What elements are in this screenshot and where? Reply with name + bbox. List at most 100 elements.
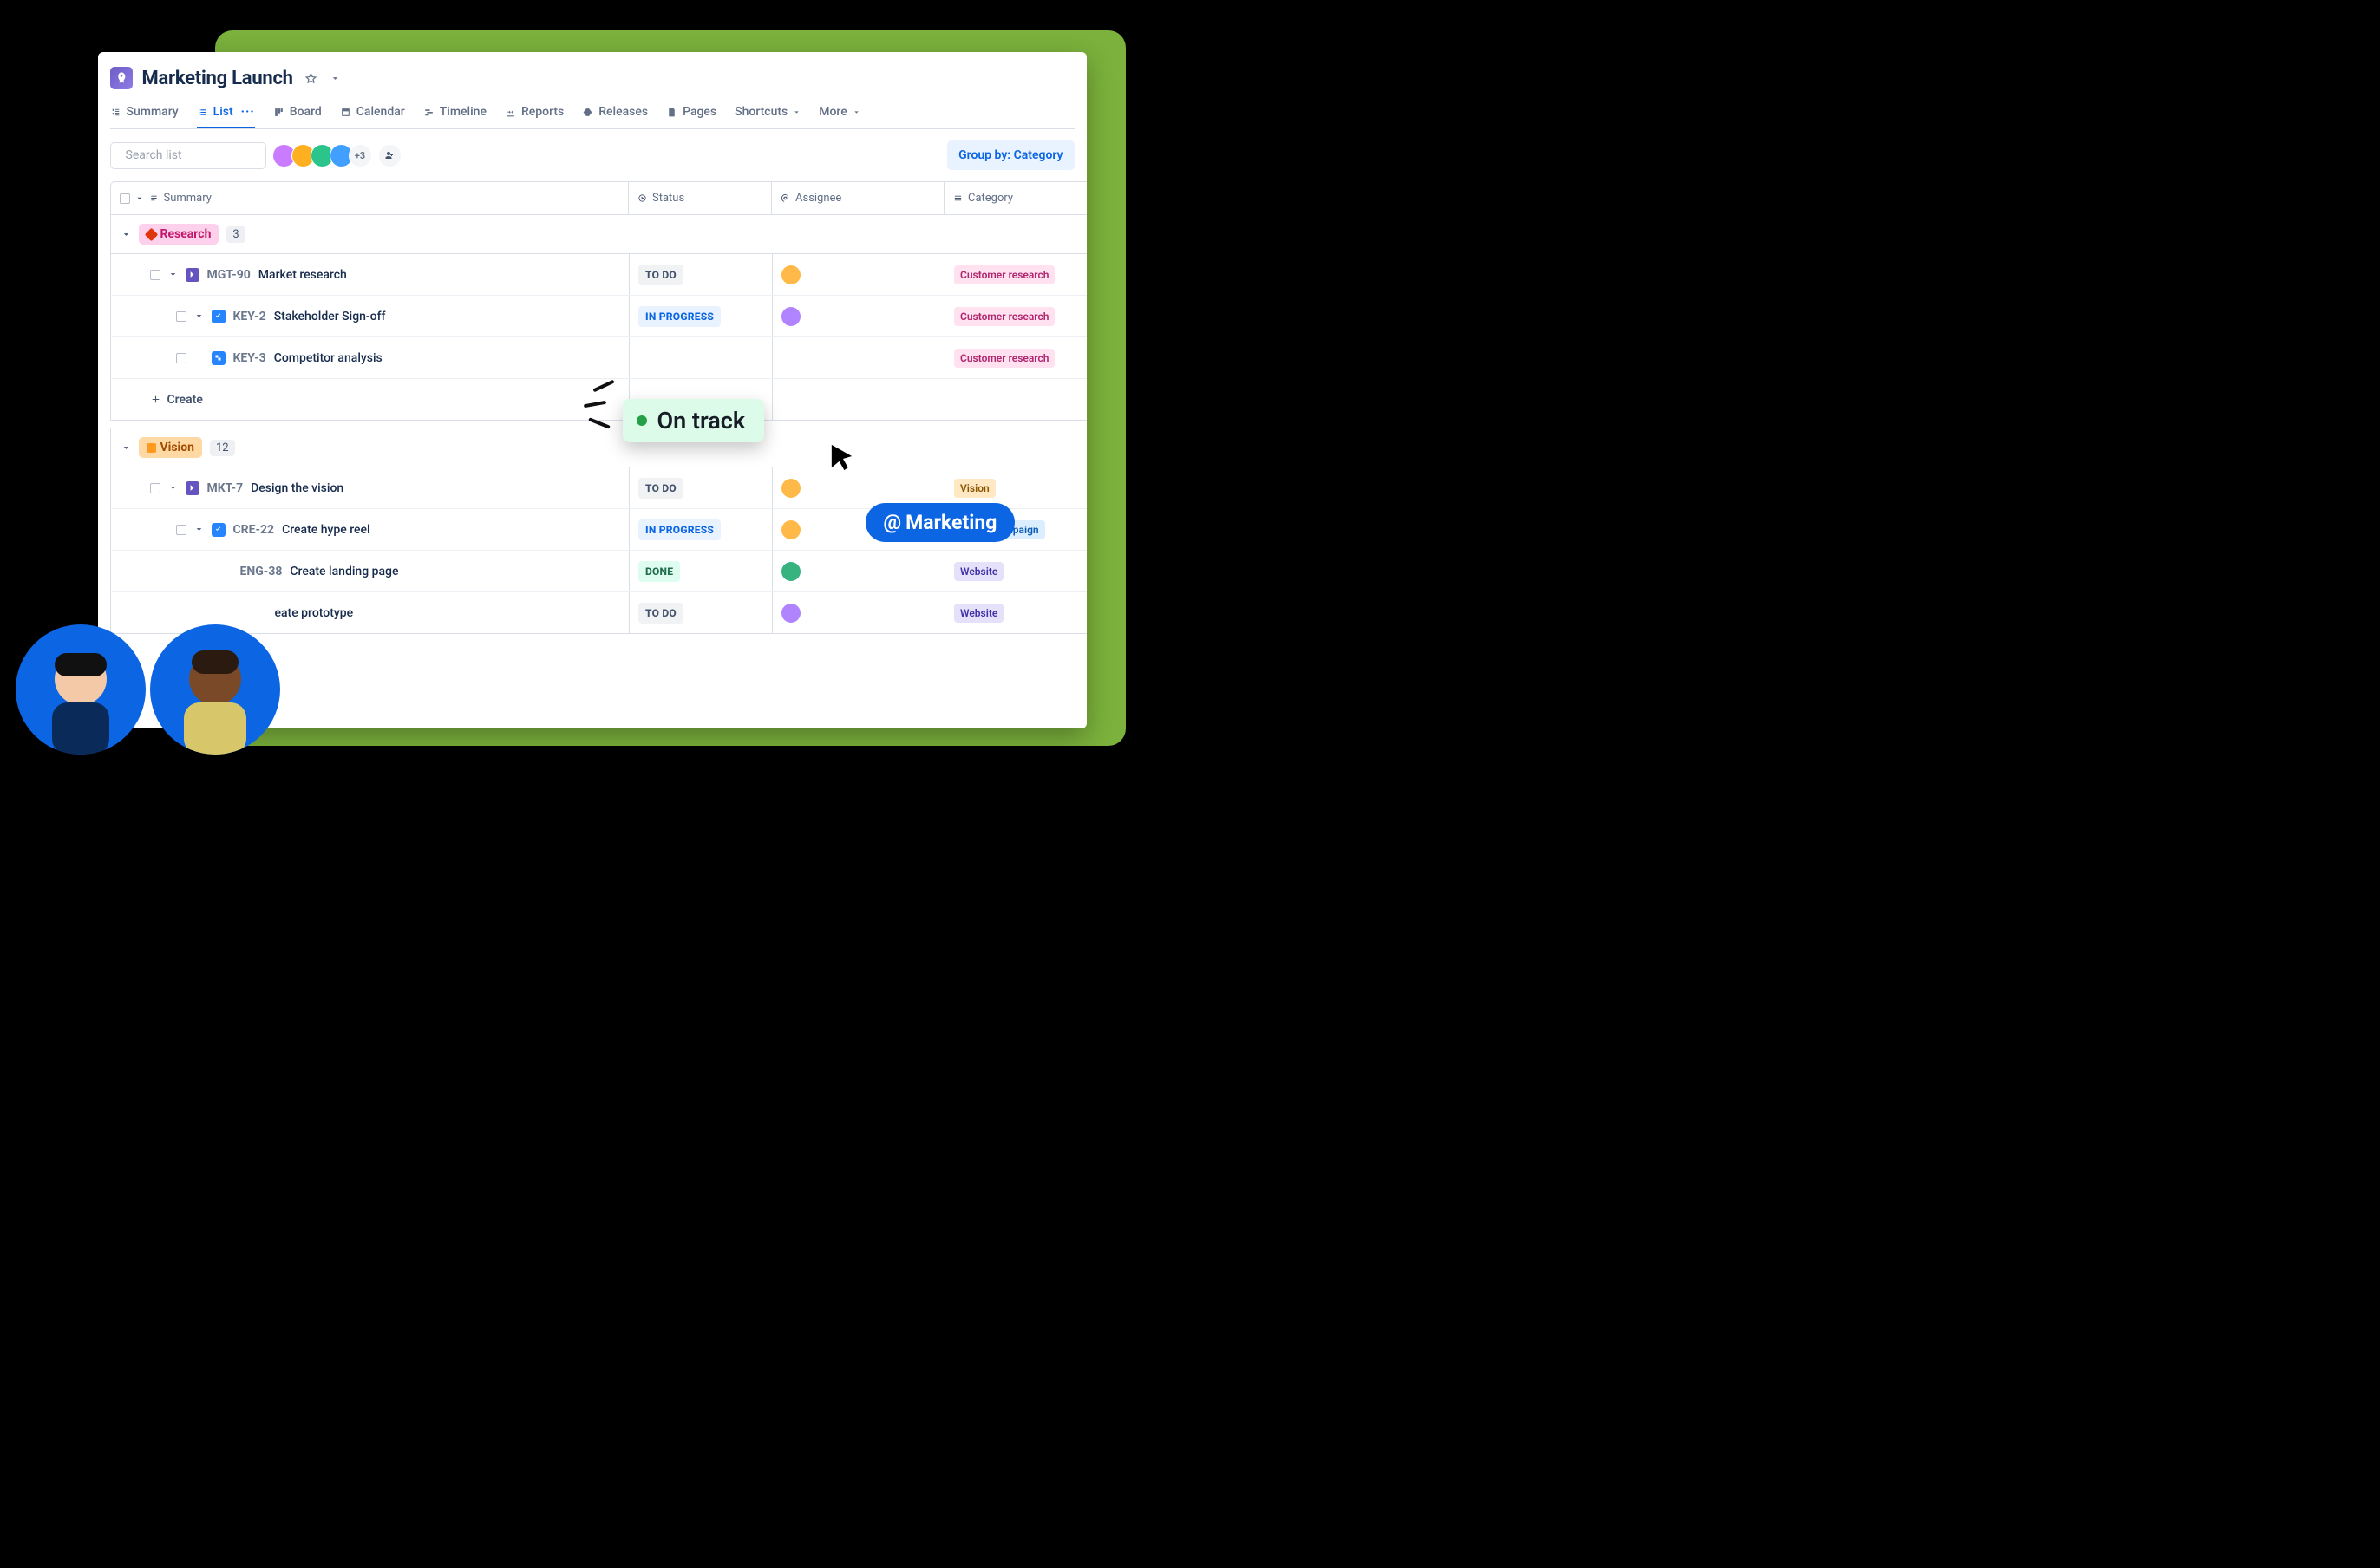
group-pill[interactable]: Research	[139, 224, 219, 245]
issue-key[interactable]: CRE-22	[233, 523, 275, 537]
assignee-avatar[interactable]	[781, 604, 801, 623]
create-label: Create	[167, 393, 203, 407]
status-dot-icon	[637, 415, 647, 426]
tab-board[interactable]: Board	[273, 99, 322, 128]
tab-releases[interactable]: Releases	[582, 99, 648, 128]
row-checkbox[interactable]	[176, 525, 186, 535]
issue-type-icon	[212, 310, 226, 323]
row-checkbox[interactable]	[176, 311, 186, 322]
row-checkbox[interactable]	[150, 270, 160, 280]
tab-calendar[interactable]: Calendar	[340, 99, 405, 128]
table-row[interactable]: KEY-3 Competitor analysis Customer resea…	[110, 337, 1087, 379]
category-chip[interactable]: Vision	[954, 479, 996, 498]
expand-toggle[interactable]	[168, 270, 178, 279]
on-track-label: On track	[657, 407, 746, 434]
issue-title[interactable]: Design the vision	[251, 481, 343, 495]
timeline-icon	[423, 107, 435, 118]
assignee-avatar[interactable]	[781, 265, 801, 284]
group-toggle[interactable]	[121, 443, 131, 453]
col-status[interactable]: Status	[652, 192, 684, 205]
issue-type-icon	[186, 481, 199, 495]
tab-timeline[interactable]: Timeline	[423, 99, 487, 128]
assignee-avatar[interactable]	[781, 479, 801, 498]
text-icon	[149, 193, 159, 203]
col-summary[interactable]: Summary	[164, 192, 212, 205]
tab-label: Calendar	[356, 105, 405, 119]
tag-icon	[144, 227, 158, 241]
group-by-button[interactable]: Group by: Category	[947, 140, 1074, 170]
expand-toggle[interactable]	[194, 525, 204, 534]
tab-summary[interactable]: Summary	[110, 99, 179, 128]
list-icon	[197, 107, 208, 118]
issue-key[interactable]: ENG-38	[240, 565, 283, 578]
issue-key[interactable]: MGT-90	[207, 268, 251, 282]
col-assignee[interactable]: Assignee	[795, 192, 841, 205]
project-menu-button[interactable]	[329, 72, 342, 85]
tab-reports[interactable]: Reports	[505, 99, 564, 128]
expand-toggle[interactable]	[194, 311, 204, 321]
chevron-down-icon[interactable]	[135, 194, 144, 203]
avatar-stack[interactable]: +3	[277, 144, 402, 167]
group-pill[interactable]: Vision	[139, 437, 203, 458]
issue-key[interactable]: MKT-7	[207, 481, 244, 495]
table-row[interactable]: ENG-38 Create landing page DONE Website	[110, 551, 1087, 592]
issue-type-icon	[212, 523, 226, 537]
status-badge[interactable]: TO DO	[638, 603, 683, 624]
tab-more[interactable]: More	[819, 99, 860, 128]
tab-pages[interactable]: Pages	[666, 99, 716, 128]
row-checkbox[interactable]	[176, 353, 186, 363]
status-badge[interactable]: TO DO	[638, 265, 683, 285]
favorite-button[interactable]	[303, 70, 319, 87]
group-count: 3	[226, 226, 245, 243]
expand-toggle[interactable]	[168, 483, 178, 493]
issue-key[interactable]: KEY-3	[233, 351, 266, 365]
col-category[interactable]: Category	[968, 192, 1013, 205]
status-badge[interactable]: IN PROGRESS	[638, 519, 721, 540]
issue-title[interactable]: Create hype reel	[282, 523, 370, 537]
chevron-down-icon	[793, 108, 801, 116]
table-header: Summary Status Assignee Category	[110, 181, 1087, 215]
tab-label: Timeline	[440, 105, 487, 119]
assignee-avatar[interactable]	[781, 562, 801, 581]
issue-key[interactable]: KEY-2	[233, 310, 266, 323]
category-chip[interactable]: Customer research	[954, 307, 1055, 326]
table-row[interactable]: eate prototype TO DO Website	[110, 592, 1087, 634]
add-user-icon	[384, 150, 395, 160]
tab-label: More	[819, 105, 847, 119]
tag-icon	[147, 443, 156, 453]
summary-icon	[110, 107, 121, 118]
search-input[interactable]	[125, 148, 281, 163]
category-chip[interactable]: Customer research	[954, 265, 1055, 284]
category-chip[interactable]: Website	[954, 604, 1004, 623]
row-checkbox[interactable]	[150, 483, 160, 493]
category-chip[interactable]: Website	[954, 562, 1004, 581]
add-people-button[interactable]	[378, 144, 402, 167]
issue-title[interactable]: Create landing page	[290, 565, 398, 578]
assignee-avatar[interactable]	[781, 307, 801, 326]
avatar-more[interactable]: +3	[349, 144, 372, 167]
assignee-avatar[interactable]	[781, 520, 801, 539]
mention-pill[interactable]: @ Marketing	[866, 503, 1016, 542]
group-toggle[interactable]	[121, 230, 131, 239]
issue-title[interactable]: Stakeholder Sign-off	[274, 310, 386, 323]
search-input-wrapper[interactable]	[110, 142, 266, 169]
table-row[interactable]: KEY-2 Stakeholder Sign-off IN PROGRESS C…	[110, 296, 1087, 337]
issue-title[interactable]: Competitor analysis	[274, 351, 382, 365]
group-count: 12	[210, 440, 235, 456]
on-track-popover[interactable]: On track	[623, 399, 765, 442]
select-all-checkbox[interactable]	[120, 193, 130, 204]
group-label: Research	[160, 227, 212, 241]
tab-shortcuts[interactable]: Shortcuts	[735, 99, 801, 128]
status-badge[interactable]: DONE	[638, 561, 680, 582]
tab-list[interactable]: List ···	[197, 99, 255, 128]
tab-overflow-icon[interactable]: ···	[241, 105, 255, 119]
status-badge[interactable]: TO DO	[638, 478, 683, 499]
tab-label: Shortcuts	[735, 105, 788, 119]
board-icon	[273, 107, 284, 118]
issue-type-icon	[186, 268, 199, 282]
category-chip[interactable]: Customer research	[954, 349, 1055, 368]
status-badge[interactable]: IN PROGRESS	[638, 306, 721, 327]
issue-title[interactable]: eate prototype	[275, 606, 354, 620]
issue-title[interactable]: Market research	[258, 268, 347, 282]
table-row[interactable]: MGT-90 Market research TO DO Customer re…	[110, 254, 1087, 296]
